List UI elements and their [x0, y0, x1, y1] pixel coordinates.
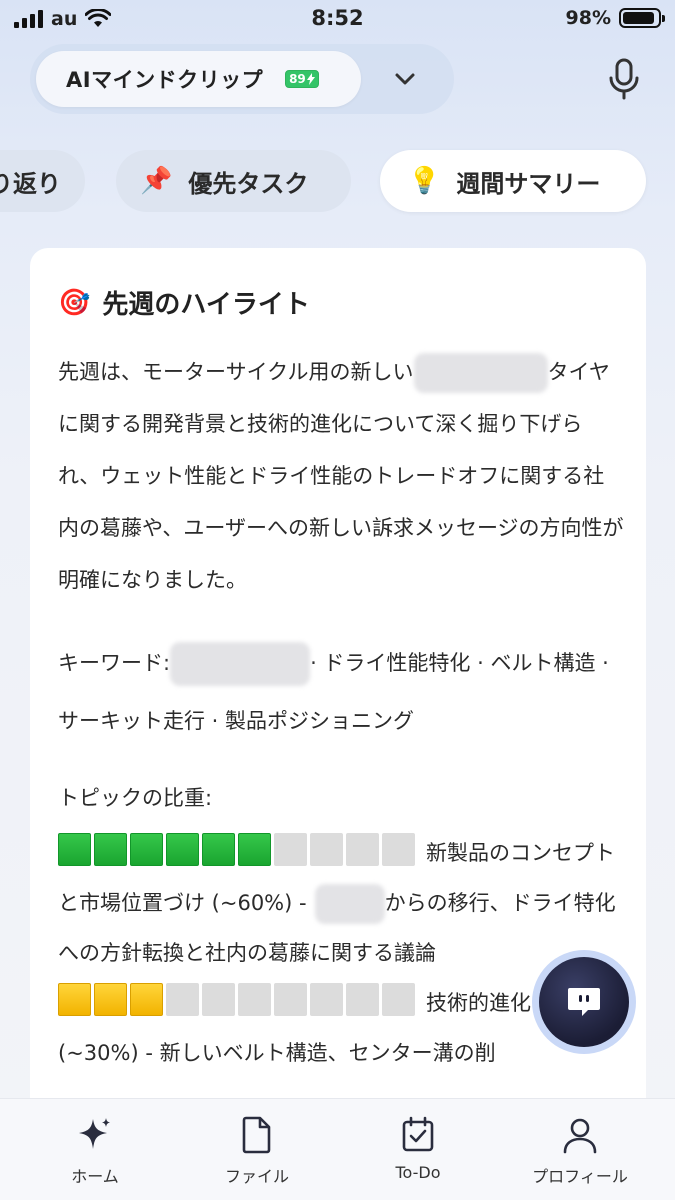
nav-todo[interactable]: To-Do — [348, 1115, 488, 1182]
filled-block — [202, 833, 235, 866]
paragraph-text-1: 先週は、モーターサイクル用の新しい — [58, 360, 414, 384]
chip-label: 週間サマリー — [456, 169, 601, 198]
nav-files[interactable]: ファイル — [187, 1115, 327, 1187]
app-title: AIマインドクリップ — [66, 68, 264, 92]
chip-weekly-summary[interactable]: 💡 週間サマリー — [380, 150, 646, 212]
topics-heading: トピックの比重: — [58, 786, 213, 810]
highlight-paragraph: 先週は、モーターサイクル用の新しい タイヤに関する開発背景と技術的進化について深く… — [58, 346, 624, 606]
redacted-text — [413, 353, 548, 393]
filled-block — [130, 833, 163, 866]
chat-icon — [568, 988, 600, 1016]
file-icon — [242, 1116, 271, 1154]
bolt-icon — [306, 73, 315, 85]
nav-profile[interactable]: プロフィール — [510, 1115, 650, 1187]
topic2-progress-bar — [58, 983, 418, 1016]
battery-percent: 98% — [565, 7, 611, 29]
chip-label: 優先タスク — [188, 169, 309, 198]
empty-block — [238, 983, 271, 1016]
nav-label: To-Do — [395, 1163, 441, 1182]
nav-label: プロフィール — [532, 1167, 628, 1186]
empty-block — [310, 833, 343, 866]
empty-block — [382, 833, 415, 866]
chat-button[interactable] — [532, 950, 636, 1054]
calendar-check-icon — [402, 1116, 434, 1152]
app-selector[interactable]: AIマインドクリップ 89 — [36, 51, 361, 107]
empty-block — [202, 983, 235, 1016]
topics-block: 新製品のコンセプトと市場位置づけ (~60%) - からの移行、ドライ特化への方針… — [58, 828, 618, 1078]
chip-label: り返り — [0, 169, 61, 198]
empty-block — [346, 833, 379, 866]
filled-block — [58, 833, 91, 866]
sparkle-icon — [79, 1118, 110, 1149]
empty-block — [274, 983, 307, 1016]
bottom-navigation: ホーム ファイル To-Do プロフィール — [0, 1098, 675, 1200]
empty-block — [166, 983, 199, 1016]
card-title-text: 先週のハイライト — [102, 290, 310, 320]
empty-block — [346, 983, 379, 1016]
status-right: 98% — [565, 7, 665, 29]
lightbulb-icon: 💡 — [408, 166, 441, 196]
empty-block — [310, 983, 343, 1016]
empty-block — [382, 983, 415, 1016]
pushpin-icon: 📌 — [140, 166, 173, 196]
chevron-down-icon[interactable] — [390, 64, 420, 94]
filled-block — [94, 983, 127, 1016]
battery-badge: 89 — [285, 70, 319, 88]
nav-home[interactable]: ホーム — [25, 1115, 165, 1187]
microphone-icon[interactable] — [603, 57, 645, 101]
redacted-topic-text — [314, 884, 385, 924]
nav-label: ホーム — [71, 1167, 119, 1186]
topic1-progress-bar — [58, 833, 418, 866]
redacted-keyword — [170, 642, 311, 686]
keywords-label: キーワード: — [58, 651, 171, 675]
card-title: 🎯 先週のハイライト — [58, 284, 310, 321]
status-bar: au 8:52 98% — [0, 0, 675, 40]
nav-label: ファイル — [224, 1167, 289, 1186]
paragraph-text-2: タイヤに関する開発背景と技術的進化について深く掘り下げられ、ウェット性能とドライ… — [58, 360, 624, 592]
chip-priority-tasks[interactable]: 📌 優先タスク — [116, 150, 351, 212]
chip-reflection[interactable]: り返り — [0, 150, 85, 212]
person-icon — [563, 1118, 597, 1154]
target-icon: 🎯 — [58, 287, 91, 318]
filled-block — [130, 983, 163, 1016]
chat-button-inner — [539, 957, 629, 1047]
filled-block — [94, 833, 127, 866]
empty-block — [274, 833, 307, 866]
battery-badge-value: 89 — [289, 72, 306, 86]
filled-block — [58, 983, 91, 1016]
filled-block — [238, 833, 271, 866]
battery-icon — [619, 8, 665, 28]
keywords-line: キーワード: · ドライ性能特化 · ベルト構造 · サーキット走行 · 製品ポジ… — [58, 634, 624, 750]
filled-block — [166, 833, 199, 866]
